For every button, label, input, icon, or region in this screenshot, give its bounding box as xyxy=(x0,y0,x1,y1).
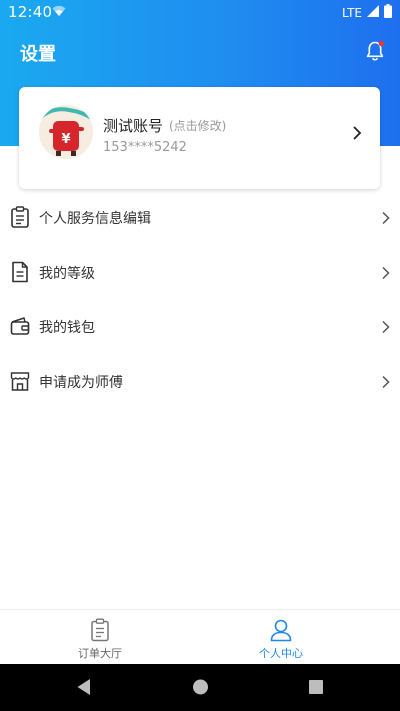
tab-personal-center[interactable]: 个人中心 xyxy=(181,610,381,665)
battery-icon xyxy=(384,4,392,21)
chevron-right-icon xyxy=(352,125,362,145)
menu-item-my-wallet[interactable]: 我的钱包 xyxy=(0,299,400,354)
recents-icon[interactable] xyxy=(308,678,324,700)
document-icon xyxy=(10,261,30,283)
signal-icon xyxy=(367,5,379,20)
chevron-right-icon xyxy=(381,374,390,393)
menu-item-label: 个人服务信息编辑 xyxy=(39,211,151,227)
profile-name: 测试账号 xyxy=(103,117,164,135)
chevron-right-icon xyxy=(381,319,390,338)
profile-phone: 153****5242 xyxy=(103,140,187,155)
notification-dot xyxy=(378,40,385,47)
status-right: LTE xyxy=(342,4,392,21)
screen: 12:40 LTE 设置 ¥ 测试账号 (点击修改) 153****5242 个… xyxy=(0,0,400,711)
bottom-tab-bar: 订单大厅 个人中心 xyxy=(0,609,400,665)
menu-item-label: 我的钱包 xyxy=(39,320,95,336)
avatar[interactable]: ¥ xyxy=(39,105,93,159)
menu-item-apply-master[interactable]: 申请成为师傅 xyxy=(0,354,400,409)
page-title: 设置 xyxy=(20,44,56,65)
back-icon[interactable] xyxy=(76,678,92,700)
menu-item-service-info[interactable]: 个人服务信息编辑 xyxy=(0,190,400,245)
person-icon xyxy=(270,618,292,642)
network-type: LTE xyxy=(342,5,362,20)
system-nav-bar xyxy=(0,664,400,711)
svg-text:¥: ¥ xyxy=(61,132,70,147)
clipboard-icon xyxy=(10,206,30,228)
tab-order-hall[interactable]: 订单大厅 xyxy=(0,610,200,665)
tab-label: 个人中心 xyxy=(259,647,303,660)
red-wallet-mascot-icon: ¥ xyxy=(39,105,93,159)
chevron-right-icon xyxy=(381,210,390,229)
app-header: 设置 xyxy=(0,24,400,80)
chevron-right-icon xyxy=(381,265,390,284)
home-icon[interactable] xyxy=(192,678,209,700)
status-time: 12:40 xyxy=(8,3,53,21)
notification-button[interactable] xyxy=(362,38,388,64)
shop-icon xyxy=(10,370,30,392)
profile-card[interactable]: ¥ 测试账号 (点击修改) 153****5242 xyxy=(19,87,380,189)
menu-item-my-level[interactable]: 我的等级 xyxy=(0,245,400,300)
settings-menu: 个人服务信息编辑 我的等级 我的钱包 申请成为师傅 xyxy=(0,190,400,408)
wallet-icon xyxy=(10,315,30,337)
bell-icon xyxy=(366,40,385,61)
menu-item-label: 申请成为师傅 xyxy=(39,374,123,391)
tab-label: 订单大厅 xyxy=(78,647,122,660)
menu-item-label: 我的等级 xyxy=(39,265,95,282)
clipboard-icon xyxy=(89,618,111,642)
edit-hint[interactable]: (点击修改) xyxy=(169,117,226,134)
wifi-icon xyxy=(52,5,66,21)
status-bar: 12:40 LTE xyxy=(0,0,400,24)
